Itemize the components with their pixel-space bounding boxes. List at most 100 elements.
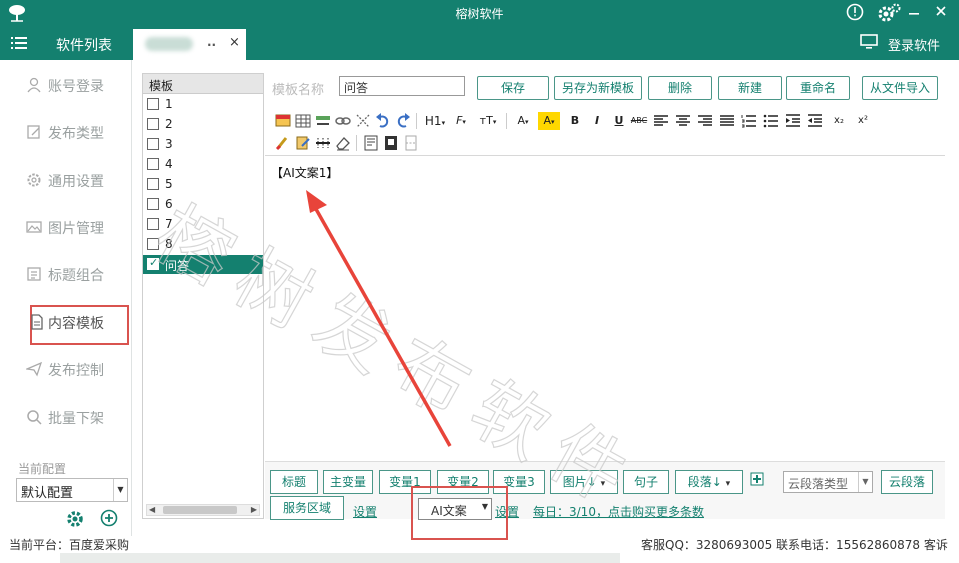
template-name-input[interactable]: 问答: [339, 76, 465, 96]
checkbox[interactable]: [147, 158, 159, 170]
strikethrough-button[interactable]: ABC: [630, 112, 648, 130]
cloud-paragraph-type-select[interactable]: 云段落类型 ▼: [783, 471, 873, 493]
ai-copy-select[interactable]: AI文案 ▼: [418, 498, 492, 520]
config-select[interactable]: 默认配置 ▼: [16, 478, 128, 502]
italic-button[interactable]: I: [588, 112, 606, 130]
insert-main-variable-button[interactable]: 主变量: [323, 470, 373, 494]
import-from-file-button[interactable]: 从文件导入: [862, 76, 938, 100]
sidebar-item-general-settings[interactable]: 通用设置: [4, 165, 132, 195]
minimize-icon[interactable]: [907, 4, 921, 20]
insert-row-icon[interactable]: [314, 112, 332, 130]
insert-image-dropdown[interactable]: 图片↓ ▾: [550, 470, 618, 494]
rename-button[interactable]: 重命名: [786, 76, 850, 100]
scroll-right-icon[interactable]: ▶: [251, 505, 257, 514]
settings-link[interactable]: 设置: [495, 503, 519, 520]
font-family-dropdown[interactable]: F▾: [450, 112, 472, 130]
subscript-button[interactable]: x₂: [830, 112, 848, 130]
list-item[interactable]: 2: [143, 115, 263, 134]
insert-variable2-button[interactable]: 变量2: [437, 470, 489, 494]
redo-icon[interactable]: [394, 112, 412, 130]
font-color-button[interactable]: A▾: [512, 112, 534, 130]
scroll-thumb[interactable]: [163, 506, 237, 514]
close-icon[interactable]: [934, 4, 948, 20]
list-item[interactable]: 7: [143, 215, 263, 234]
sidebar-item-title-combination[interactable]: 标题组合: [4, 259, 132, 289]
checkbox[interactable]: [147, 238, 159, 250]
info-icon[interactable]: [846, 3, 864, 21]
align-right-icon[interactable]: [696, 112, 714, 130]
align-left-icon[interactable]: [652, 112, 670, 130]
outdent-icon[interactable]: [806, 112, 824, 130]
checkbox[interactable]: [147, 198, 159, 210]
save-as-new-template-button[interactable]: 另存为新模板: [554, 76, 642, 100]
settings-gear-icon[interactable]: [877, 2, 901, 24]
insert-paragraph-dropdown[interactable]: 段落↓ ▾: [675, 470, 743, 494]
list-item[interactable]: 5: [143, 175, 263, 194]
checkbox[interactable]: [147, 118, 159, 130]
cloud-paragraph-button[interactable]: 云段落: [881, 470, 933, 494]
sidebar-item-image-management[interactable]: 图片管理: [4, 212, 132, 242]
list-item[interactable]: 8: [143, 235, 263, 254]
format-brush-icon[interactable]: [274, 134, 292, 152]
status-bar: 当前平台：百度爱采购 客服QQ：3280693005 联系电话：15562860…: [0, 536, 959, 563]
sidebar-item-publish-type[interactable]: 发布类型: [4, 117, 132, 147]
save-button[interactable]: 保存: [477, 76, 549, 100]
link-icon[interactable]: [334, 112, 352, 130]
content-editor[interactable]: 【AI文案1】: [265, 155, 945, 461]
new-button[interactable]: 新建: [718, 76, 782, 100]
page-break-icon[interactable]: [402, 134, 420, 152]
tab-close-button[interactable]: ×: [229, 35, 240, 50]
insert-sentence-button[interactable]: 句子: [623, 470, 669, 494]
delete-button[interactable]: 删除: [648, 76, 712, 100]
active-tab[interactable]: .. ×: [133, 29, 246, 60]
add-icon[interactable]: [100, 509, 118, 527]
checkbox[interactable]: [147, 138, 159, 150]
login-button[interactable]: 登录软件: [888, 35, 940, 54]
software-list-label[interactable]: 软件列表: [56, 35, 112, 55]
bold-button[interactable]: B: [566, 112, 584, 130]
unlink-icon[interactable]: [354, 112, 372, 130]
sidebar-item-batch-delist[interactable]: 批量下架: [4, 402, 132, 432]
list-item[interactable]: 4: [143, 155, 263, 174]
menu-icon[interactable]: [11, 36, 27, 50]
buy-more-link[interactable]: 每日：3/10，点击购买更多条数: [533, 503, 704, 520]
gear-icon[interactable]: [66, 510, 84, 528]
unordered-list-icon[interactable]: [762, 112, 780, 130]
list-item[interactable]: 3: [143, 135, 263, 154]
heading-dropdown[interactable]: H1▾: [422, 112, 448, 130]
scroll-left-icon[interactable]: ◀: [149, 505, 155, 514]
horizontal-rule-icon[interactable]: [314, 134, 332, 152]
table-icon[interactable]: [294, 112, 312, 130]
list-item[interactable]: 6: [143, 195, 263, 214]
sidebar-item-account-login[interactable]: 账号登录: [4, 70, 132, 100]
source-code-icon[interactable]: [362, 134, 380, 152]
checkbox[interactable]: [147, 218, 159, 230]
checkbox[interactable]: [147, 98, 159, 110]
add-paragraph-icon[interactable]: [750, 472, 764, 486]
eraser-icon[interactable]: [334, 134, 352, 152]
insert-variable3-button[interactable]: 变量3: [493, 470, 545, 494]
insert-variable1-button[interactable]: 变量1: [379, 470, 431, 494]
list-item-selected[interactable]: 问答: [143, 255, 263, 274]
insert-image-icon[interactable]: [274, 112, 292, 130]
sidebar-item-content-template[interactable]: 内容模板: [4, 305, 132, 345]
sidebar-item-publish-control[interactable]: 发布控制: [4, 354, 132, 384]
indent-icon[interactable]: [784, 112, 802, 130]
font-size-dropdown[interactable]: ᴛT▾: [476, 112, 500, 130]
settings-link[interactable]: 设置: [353, 503, 377, 520]
insert-title-button[interactable]: 标题: [270, 470, 318, 494]
ordered-list-icon[interactable]: [740, 112, 758, 130]
highlight-color-button[interactable]: A▾: [538, 112, 560, 130]
horizontal-scrollbar[interactable]: ◀ ▶: [146, 504, 260, 516]
list-item[interactable]: 1: [143, 95, 263, 114]
align-center-icon[interactable]: [674, 112, 692, 130]
checkbox[interactable]: [147, 178, 159, 190]
underline-button[interactable]: U: [610, 112, 628, 130]
align-justify-icon[interactable]: [718, 112, 736, 130]
paste-format-icon[interactable]: [294, 134, 312, 152]
service-area-button[interactable]: 服务区域: [270, 496, 344, 520]
checkbox-checked[interactable]: [147, 256, 159, 270]
undo-icon[interactable]: [374, 112, 392, 130]
superscript-button[interactable]: x²: [854, 112, 872, 130]
preview-icon[interactable]: [382, 134, 400, 152]
